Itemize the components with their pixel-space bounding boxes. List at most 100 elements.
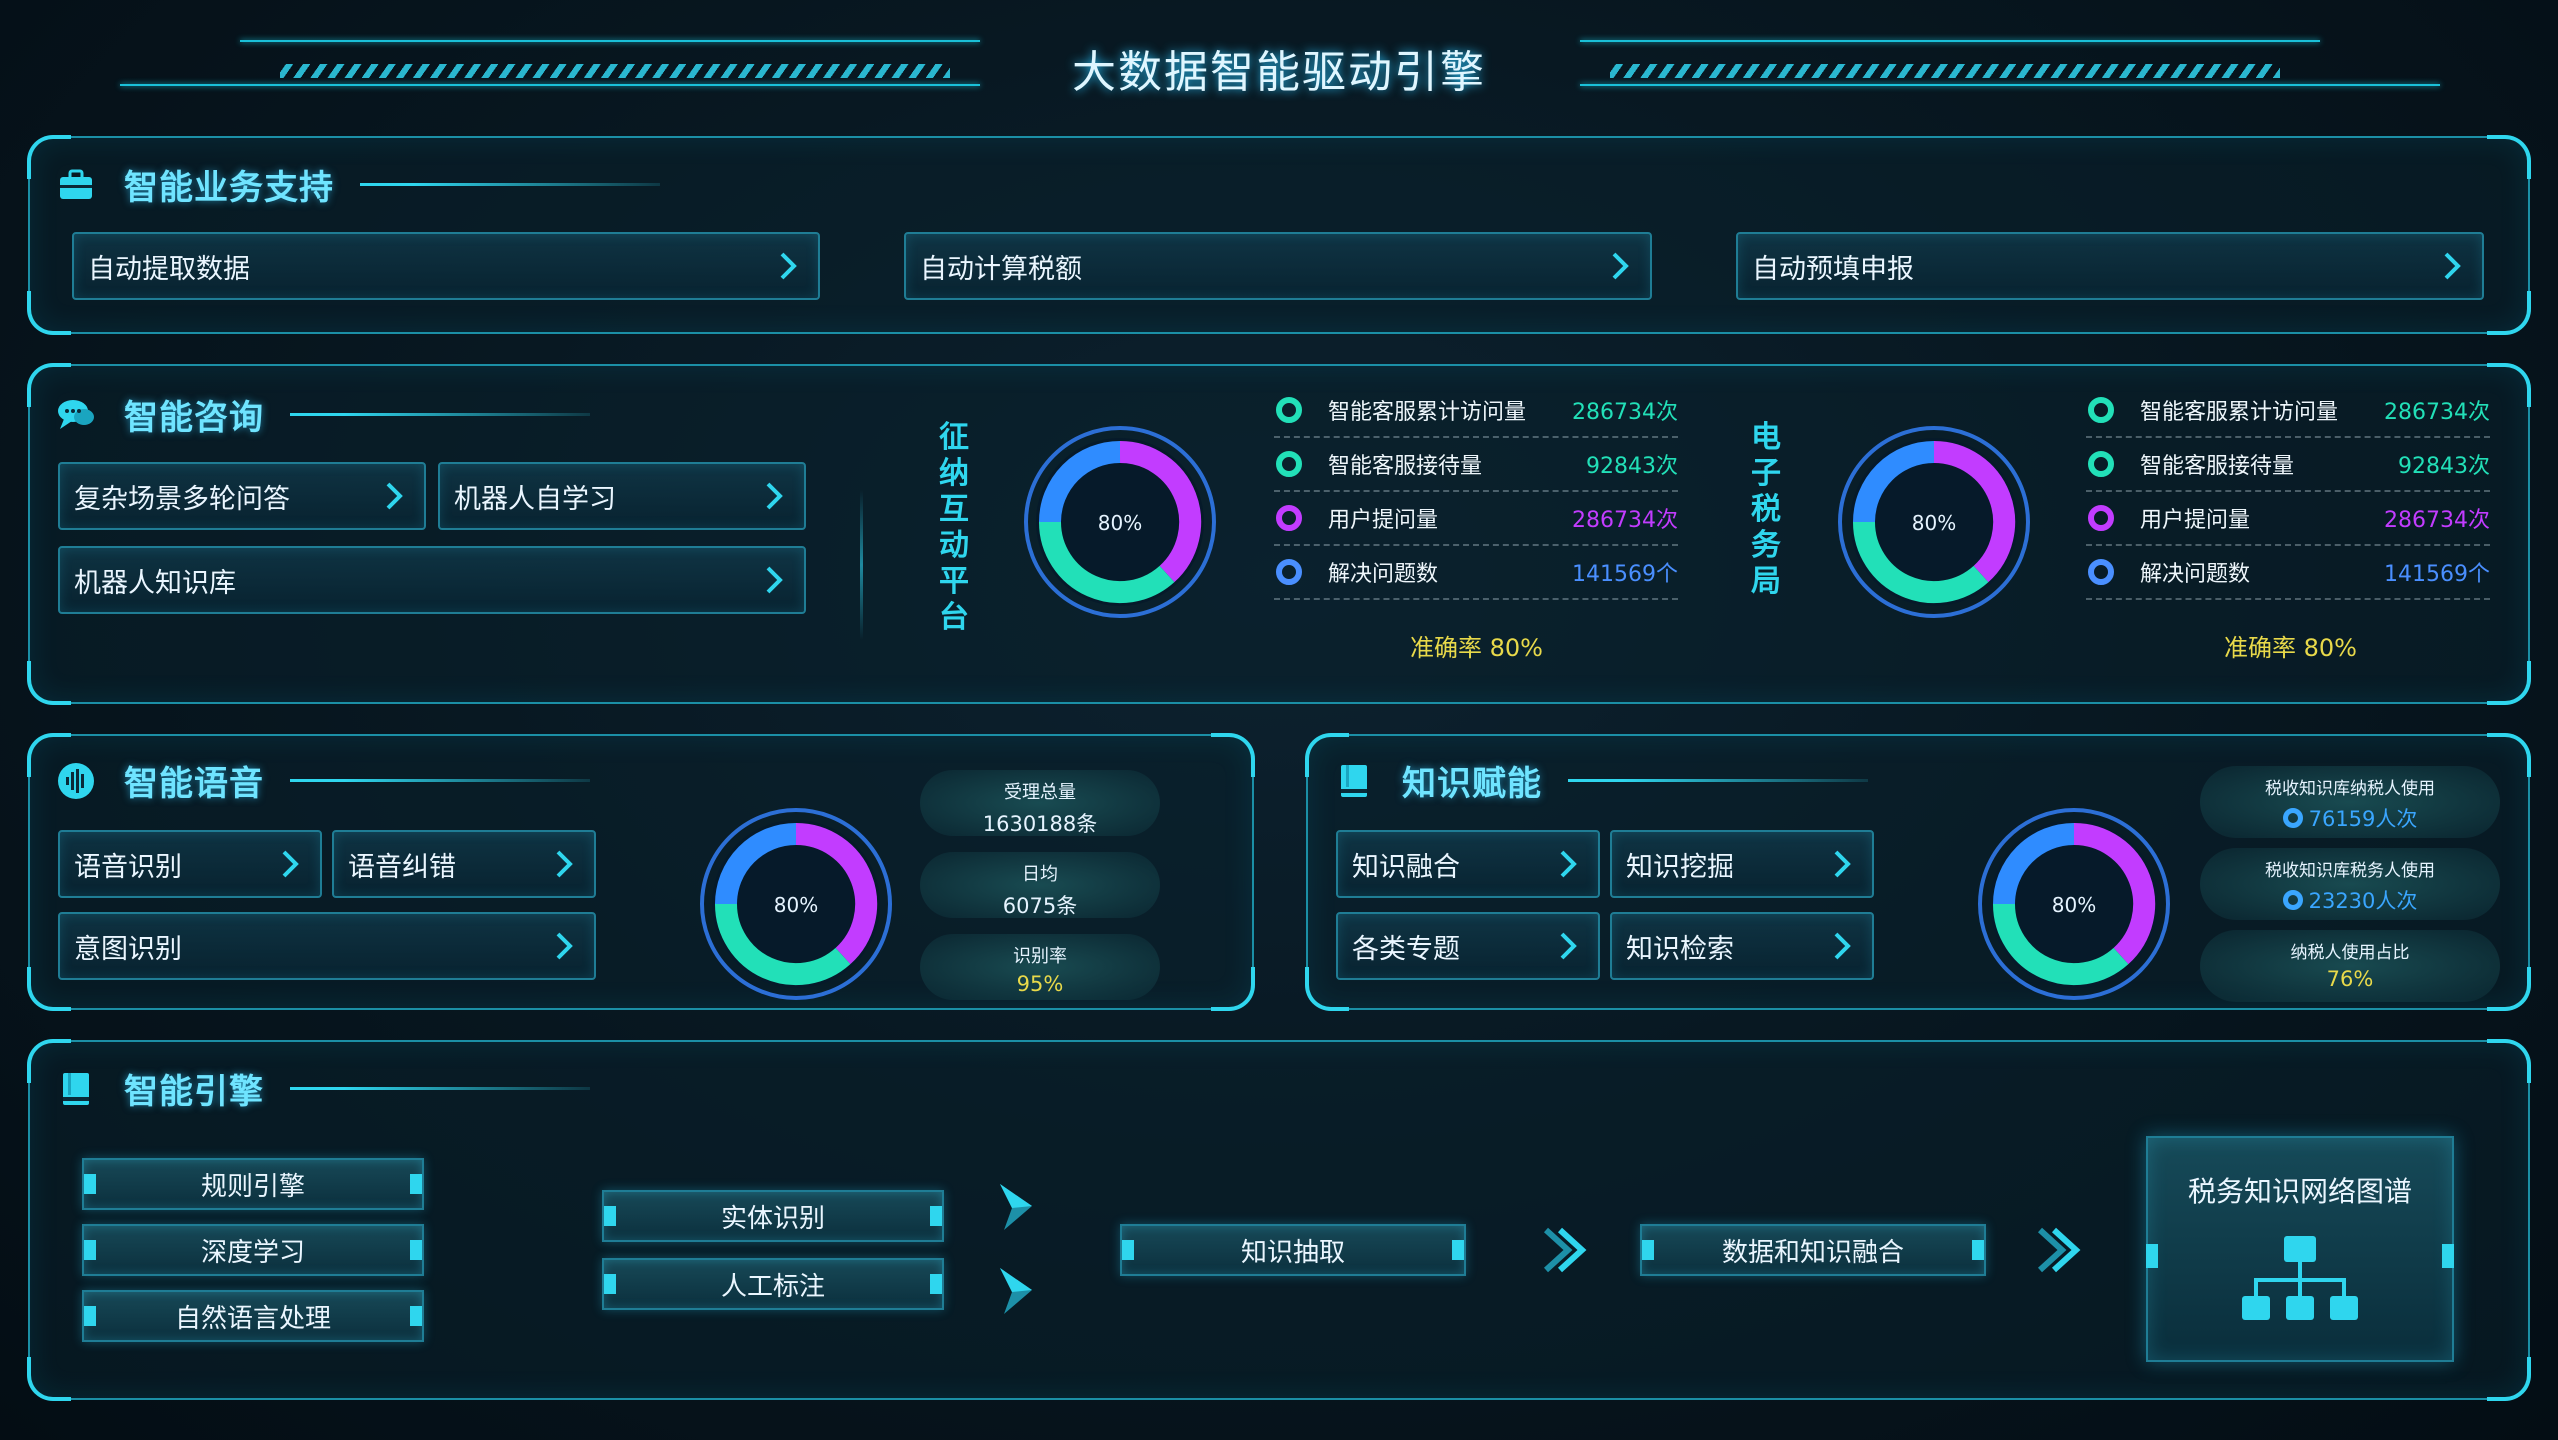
stat-value: 141569个 bbox=[2384, 562, 2490, 587]
consult-title-line bbox=[290, 413, 590, 416]
voice-header: 智能语音 bbox=[56, 756, 590, 805]
intent-recognition-button[interactable]: 意图识别 bbox=[58, 912, 596, 980]
pill-label: 税收知识库税务人使用 bbox=[2265, 861, 2435, 881]
chat-bubble-icon bbox=[58, 399, 94, 429]
donut-label: 80% bbox=[774, 893, 818, 917]
robot-knowledge-base-button[interactable]: 机器人知识库 bbox=[58, 546, 806, 614]
entity-recognition-label: 实体识别 bbox=[720, 1203, 825, 1234]
data-knowledge-fusion-label: 数据和知识融合 bbox=[1721, 1237, 1904, 1268]
stat-dot-icon bbox=[2088, 505, 2114, 531]
multi-turn-qa-button[interactable]: 复杂场景多轮问答 bbox=[58, 462, 426, 530]
donut-label: 80% bbox=[1098, 511, 1142, 535]
speech-recognition-button[interactable]: 语音识别 bbox=[58, 830, 322, 898]
stat-dot-icon bbox=[1276, 559, 1302, 585]
platform-label-e-tax: 电子税务局 bbox=[1746, 420, 1786, 600]
rule-engine-node[interactable]: 规则引擎 bbox=[82, 1158, 424, 1210]
pill-label: 受理总量 bbox=[1004, 782, 1076, 803]
stat-dot-icon bbox=[2088, 397, 2114, 423]
engine-title-line bbox=[290, 1087, 590, 1090]
chevron-right-icon bbox=[2444, 252, 2461, 280]
consult-title: 智能咨询 bbox=[124, 398, 264, 438]
stat-row: 用户提问量 286734次 bbox=[1274, 492, 1678, 546]
chevron-right-icon bbox=[766, 566, 783, 594]
accuracy-tax-interaction: 准确率 80% bbox=[1410, 634, 1543, 662]
chevron-right-icon bbox=[556, 932, 573, 960]
voice-title-line bbox=[290, 779, 590, 782]
pill-label: 识别率 bbox=[1013, 946, 1067, 967]
auto-prefill-button[interactable]: 自动预填申报 bbox=[1736, 232, 2484, 300]
deep-learning-node[interactable]: 深度学习 bbox=[82, 1224, 424, 1276]
donut-chart-knowledge: 80% bbox=[1978, 808, 2170, 1000]
knowledge-fusion-button[interactable]: 知识融合 bbox=[1336, 830, 1600, 898]
stat-label: 解决问题数 bbox=[2140, 562, 2251, 587]
pill-value-row: 23230人次 bbox=[2200, 885, 2500, 915]
auto-extract-button[interactable]: 自动提取数据 bbox=[72, 232, 820, 300]
chevron-right-icon bbox=[386, 482, 403, 510]
donut-label: 80% bbox=[1912, 511, 1956, 535]
platform-label-text: 电子税务局 bbox=[1751, 420, 1781, 599]
knowledge-mining-label: 知识挖掘 bbox=[1626, 851, 1734, 883]
intent-recognition-label: 意图识别 bbox=[74, 933, 182, 965]
knowledge-search-button[interactable]: 知识检索 bbox=[1610, 912, 1874, 980]
auto-calc-button[interactable]: 自动计算税额 bbox=[904, 232, 1652, 300]
pill-label: 税收知识库纳税人使用 bbox=[2265, 779, 2435, 799]
topics-label: 各类专题 bbox=[1352, 933, 1460, 965]
stat-label: 智能客服累计访问量 bbox=[1328, 400, 1527, 425]
stat-label: 用户提问量 bbox=[2140, 508, 2251, 533]
manual-annotation-label: 人工标注 bbox=[720, 1271, 825, 1302]
stat-label: 解决问题数 bbox=[1328, 562, 1439, 587]
donut-chart-tax-interaction: 80% bbox=[1024, 426, 1216, 618]
ring-icon bbox=[2282, 890, 2303, 910]
knowledge-mining-button[interactable]: 知识挖掘 bbox=[1610, 830, 1874, 898]
stat-dot-icon bbox=[2088, 451, 2114, 477]
tax-knowledge-graph-label: 税务知识网络图谱 bbox=[2187, 1175, 2412, 1208]
pill-label: 纳税人使用占比 bbox=[2290, 943, 2410, 963]
voice-pill-total: 受理总量 1630188条 bbox=[920, 770, 1160, 836]
robot-knowledge-base-label: 机器人知识库 bbox=[74, 567, 236, 599]
business-title-line bbox=[360, 183, 660, 186]
auto-calc-label: 自动计算税额 bbox=[920, 253, 1082, 285]
auto-extract-label: 自动提取数据 bbox=[88, 253, 250, 285]
pill-value: 76159人次 bbox=[2308, 807, 2418, 831]
entity-recognition-node[interactable]: 实体识别 bbox=[602, 1190, 944, 1242]
voice-wave-icon bbox=[58, 762, 94, 799]
knowledge-fusion-label: 知识融合 bbox=[1352, 851, 1460, 883]
platform-label-text: 征纳互动平台 bbox=[939, 420, 969, 635]
engine-header: 智能引擎 bbox=[56, 1064, 590, 1113]
knowledge-pill-ratio: 纳税人使用占比 76% bbox=[2200, 930, 2500, 1002]
chevron-right-icon bbox=[1560, 932, 1577, 960]
manual-annotation-node[interactable]: 人工标注 bbox=[602, 1258, 944, 1310]
knowledge-search-label: 知识检索 bbox=[1626, 933, 1734, 965]
stat-label: 智能客服累计访问量 bbox=[2140, 400, 2339, 425]
stat-row: 用户提问量 286734次 bbox=[2086, 492, 2490, 546]
stat-label: 用户提问量 bbox=[1328, 508, 1439, 533]
speech-correction-label: 语音纠错 bbox=[348, 851, 456, 883]
book-icon bbox=[63, 1072, 89, 1105]
platform-label-tax-interaction: 征纳互动平台 bbox=[934, 420, 974, 636]
topics-button[interactable]: 各类专题 bbox=[1336, 912, 1600, 980]
accuracy-e-tax: 准确率 80% bbox=[2224, 634, 2357, 662]
book-icon bbox=[1341, 764, 1367, 797]
chevron-right-icon bbox=[780, 252, 797, 280]
knowledge-title-line bbox=[1568, 779, 1868, 782]
speech-correction-button[interactable]: 语音纠错 bbox=[332, 830, 596, 898]
stat-row: 智能客服累计访问量 286734次 bbox=[2086, 384, 2490, 438]
robot-self-learning-button[interactable]: 机器人自学习 bbox=[438, 462, 806, 530]
chevron-right-icon bbox=[766, 482, 783, 510]
engine-title: 智能引擎 bbox=[124, 1072, 264, 1112]
stat-dot-icon bbox=[2088, 559, 2114, 585]
chevron-double-right-icon bbox=[1543, 1227, 1587, 1273]
chevron-right-icon bbox=[1612, 252, 1629, 280]
knowledge-header: 知识赋能 bbox=[1334, 756, 1868, 805]
multi-turn-qa-label: 复杂场景多轮问答 bbox=[74, 483, 290, 515]
chevron-right-icon bbox=[1834, 932, 1851, 960]
tax-knowledge-graph-node[interactable]: 税务知识网络图谱 bbox=[2146, 1136, 2454, 1362]
voice-pill-daily: 日均 6075条 bbox=[920, 852, 1160, 918]
pill-value-row: 76159人次 bbox=[2200, 803, 2500, 833]
donut-chart-e-tax: 80% bbox=[1838, 426, 2030, 618]
data-knowledge-fusion-node[interactable]: 数据和知识融合 bbox=[1640, 1224, 1986, 1276]
knowledge-extraction-node[interactable]: 知识抽取 bbox=[1120, 1224, 1466, 1276]
arrow-right-icon bbox=[1000, 1268, 1032, 1314]
stat-value: 286734次 bbox=[1572, 400, 1678, 425]
nlp-node[interactable]: 自然语言处理 bbox=[82, 1290, 424, 1342]
